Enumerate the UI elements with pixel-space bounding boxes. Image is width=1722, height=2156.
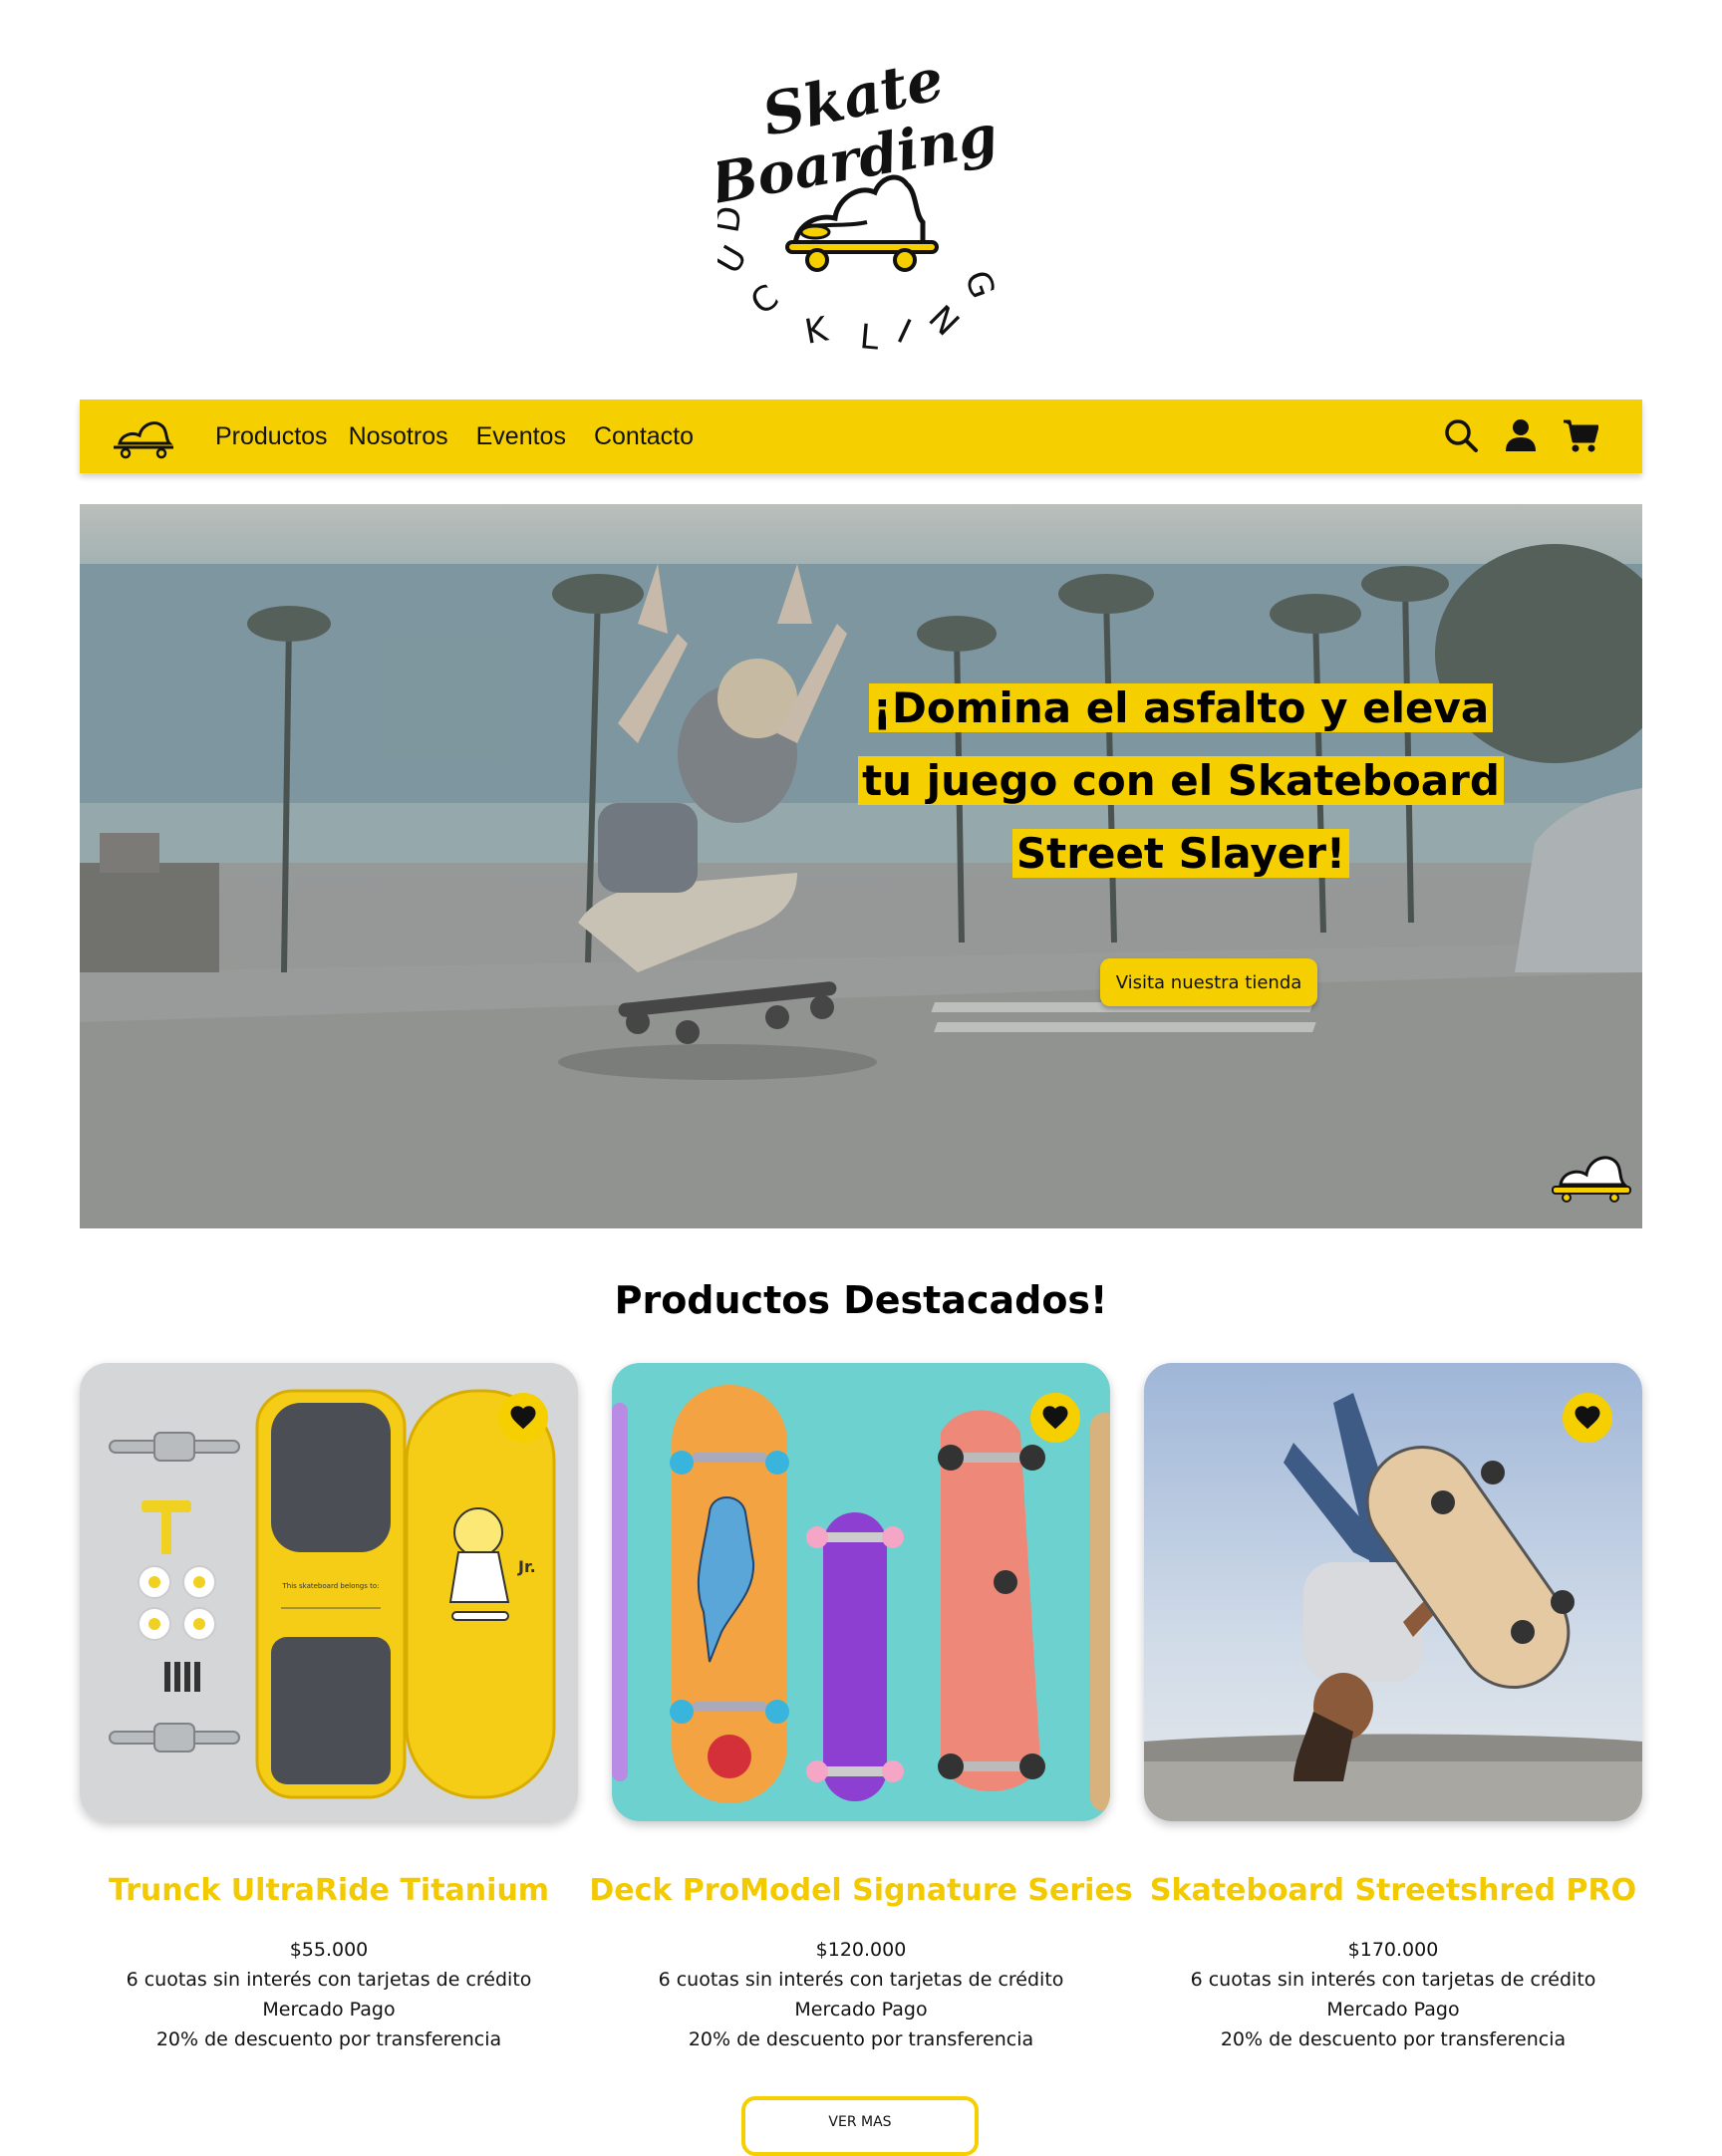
main-navbar: Productos Nosotros Eventos Contacto [80,400,1642,473]
duck-skateboard-icon [1545,1147,1634,1203]
heart-icon [510,1406,536,1430]
see-more-button[interactable]: VER MAS [741,2096,979,2156]
nav-link-nosotros[interactable]: Nosotros [349,421,448,451]
nav-link-eventos[interactable]: Eventos [476,421,566,451]
product-installments: 6 cuotas sin interés con tarjetas de cré… [126,1969,532,1991]
heart-icon [1575,1406,1600,1430]
product-payment: Mercado Pago [794,1999,928,2021]
brand-logo[interactable]: Skate Boarding D U C K L I N G [718,55,1006,354]
product-installments: 6 cuotas sin interés con tarjetas de cré… [658,1969,1064,1991]
product-title[interactable]: Deck ProModel Signature Series [572,1873,1150,1908]
svg-text:I: I [891,312,917,352]
product-discount: 20% de descuento por transferencia [688,2028,1034,2050]
heart-icon [1042,1406,1068,1430]
product-payment: Mercado Pago [1326,1999,1460,2021]
product-info: $170.000 6 cuotas sin interés con tarjet… [1104,1935,1682,2054]
svg-text:U: U [718,239,755,281]
product-title[interactable]: Skateboard Streetshred PRO [1104,1873,1682,1908]
nav-link-productos[interactable]: Productos [215,421,328,451]
hero-headline: ¡Domina el asfalto y eleva tu juego con … [857,672,1505,890]
product-image[interactable] [1144,1363,1642,1821]
svg-text:Jr.: Jr. [517,1557,536,1576]
svg-text:C: C [743,277,785,323]
svg-text:N: N [921,298,967,344]
visit-store-button[interactable]: Visita nuestra tienda [1100,958,1317,1006]
product-title[interactable]: Trunck UltraRide Titanium [40,1873,618,1908]
product-payment: Mercado Pago [262,1999,396,2021]
product-info: $120.000 6 cuotas sin interés con tarjet… [572,1935,1150,2054]
product-image[interactable]: This skateboard belongs to: Jr. [80,1363,578,1821]
nav-links: Productos Nosotros Eventos Contacto [215,421,715,451]
svg-text:K: K [802,309,833,353]
product-info: $55.000 6 cuotas sin interés con tarjeta… [40,1935,618,2054]
hero-banner: ¡Domina el asfalto y eleva tu juego con … [80,504,1642,1228]
product-grid: This skateboard belongs to: Jr. Trunck U… [80,1363,1642,2050]
product-discount: 20% de descuento por transferencia [155,2028,502,2050]
favorite-button[interactable] [498,1393,548,1443]
featured-section-title: Productos Destacados! [614,1278,1108,1322]
product-card[interactable]: Skateboard Streetshred PRO $170.000 6 cu… [1144,1363,1642,2050]
search-icon[interactable] [1443,417,1479,453]
duck-logo-icon[interactable] [110,415,177,459]
product-price: $170.000 [1347,1939,1439,1961]
product-card[interactable]: This skateboard belongs to: Jr. Trunck U… [80,1363,578,2050]
cart-icon[interactable] [1563,417,1598,453]
favorite-button[interactable] [1030,1393,1080,1443]
product-price: $120.000 [815,1939,907,1961]
brand-logo-graphic: Skate Boarding D U C K L I N G [718,55,1004,354]
nav-link-contacto[interactable]: Contacto [594,421,694,451]
product-installments: 6 cuotas sin interés con tarjetas de cré… [1190,1969,1596,1991]
product-discount: 20% de descuento por transferencia [1220,2028,1567,2050]
product-price: $55.000 [289,1939,369,1961]
svg-text:G: G [957,265,1004,303]
product-card[interactable]: Deck ProModel Signature Series $120.000 … [589,1363,1133,2050]
product-image[interactable] [612,1363,1110,1821]
favorite-button[interactable] [1563,1393,1612,1443]
user-icon[interactable] [1503,417,1539,453]
svg-text:L: L [858,317,880,354]
deck-owner-label: This skateboard belongs to: [281,1582,379,1590]
nav-icons [1443,417,1598,453]
